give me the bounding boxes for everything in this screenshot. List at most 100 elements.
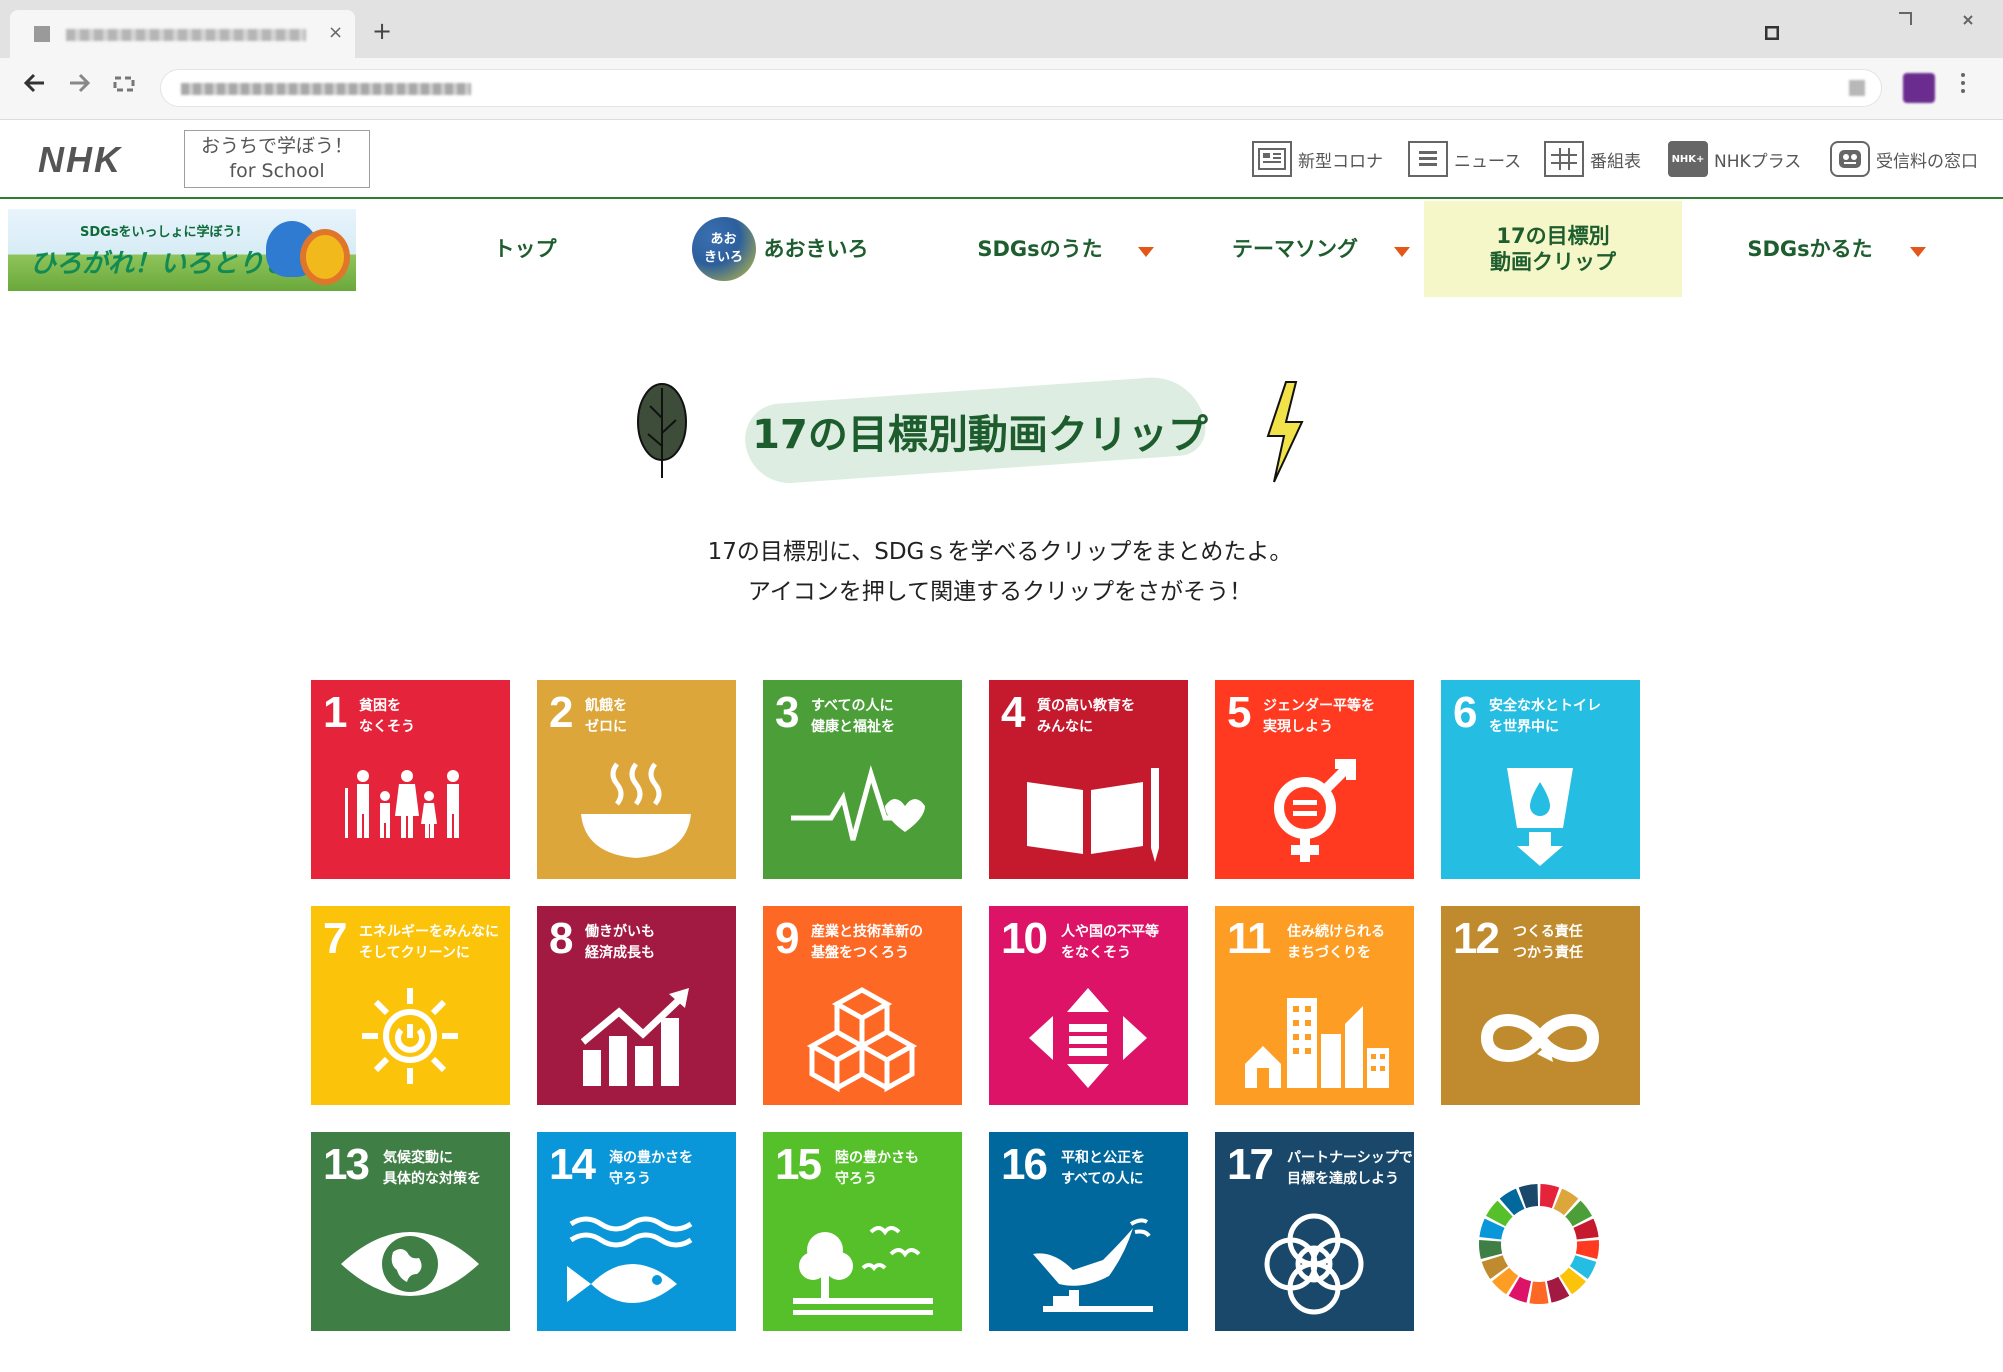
util-link-fee-window[interactable]: 受信料の窓口 xyxy=(1830,141,1978,177)
goal-number: 8 xyxy=(549,914,574,963)
tab-close-icon[interactable]: × xyxy=(328,22,343,43)
nav-label-goal-clips-line1: 17の目標別 xyxy=(1496,224,1610,248)
leaf-icon xyxy=(637,383,687,478)
goal-number: 2 xyxy=(549,688,574,737)
intro-line1: 17の目標別に、SDGｓを学べるクリップをまとめたよ。 xyxy=(707,539,1293,565)
util-label-corona: 新型コロナ xyxy=(1298,151,1383,172)
goal-title: 海の豊かさを 守ろう xyxy=(609,1150,693,1187)
goal-title: 安全な水とトイレ を世界中に xyxy=(1489,698,1601,735)
goal-tile-4[interactable]: 4 質の高い教育を みんなに xyxy=(989,680,1188,879)
banner-tagline: SDGsをいっしょに学ぼう! xyxy=(80,225,242,240)
goal-title: 人や国の不平等 をなくそう xyxy=(1061,924,1159,961)
goal-number: 14 xyxy=(549,1140,596,1189)
school-line1: おうちで学ぼう！ xyxy=(200,135,353,157)
goal-tile-7[interactable]: 7 エネルギーをみんなに そしてクリーンに xyxy=(311,906,510,1105)
goal-tile-2[interactable]: 2 飢餓を ゼロに xyxy=(537,680,736,879)
nav-label-sdgs-song: SDGsのうた xyxy=(977,237,1103,261)
wheel-segment xyxy=(1529,1281,1549,1304)
for-school-link[interactable]: おうちで学ぼう！ for School xyxy=(184,130,370,188)
util-link-corona[interactable]: 新型コロナ xyxy=(1252,141,1383,177)
window-close-icon[interactable] xyxy=(1962,14,1974,30)
goal-number: 13 xyxy=(323,1140,370,1189)
goal-number: 16 xyxy=(1001,1140,1048,1189)
util-link-news[interactable]: ニュース xyxy=(1408,141,1521,177)
nav-aoiro[interactable]: あお きいろ あおきいろ xyxy=(660,201,900,297)
nav-goal-clips[interactable]: 17の目標別 動画クリップ xyxy=(1424,201,1682,297)
goal-tile-14[interactable]: 14 海の豊かさを 守ろう xyxy=(537,1132,736,1331)
aoiro-badge-icon: あお きいろ xyxy=(691,217,756,281)
intro-line2: アイコンを押して関連するクリップをさがそう！ xyxy=(747,579,1253,605)
goal-tile-13[interactable]: 13 気候変動に 具体的な対策を xyxy=(311,1132,510,1331)
sun-power-icon xyxy=(362,988,458,1084)
goal-tile-3[interactable]: 3 すべての人に 健康と福祉を xyxy=(763,680,962,879)
chevron-down-icon[interactable] xyxy=(1138,247,1154,257)
window-minimize-icon[interactable] xyxy=(1898,12,1912,30)
goal-tile-10[interactable]: 10 人や国の不平等 をなくそう xyxy=(989,906,1188,1105)
goal-tile-9[interactable]: 9 産業と技術革新の 基盤をつくろう xyxy=(763,906,962,1105)
util-link-program-guide[interactable]: 番組表 xyxy=(1544,141,1641,177)
extension-icon[interactable] xyxy=(1903,73,1935,103)
bookmark-star-icon[interactable] xyxy=(1849,80,1865,96)
goal-title: 飢餓を ゼロに xyxy=(585,698,627,735)
lightning-icon xyxy=(1266,381,1304,483)
tab-favicon-icon xyxy=(34,26,50,42)
chevron-down-icon[interactable] xyxy=(1910,247,1926,257)
goal-tile-15[interactable]: 15 陸の豊かさも 守ろう xyxy=(763,1132,962,1331)
reload-icon[interactable] xyxy=(112,72,136,102)
util-label-fee-window: 受信料の窓口 xyxy=(1876,151,1978,172)
goal-tile-11[interactable]: 11 住み続けられる まちづくりを xyxy=(1215,906,1414,1105)
goal-number: 17 xyxy=(1227,1140,1274,1189)
site-banner[interactable]: SDGsをいっしょに学ぼう! ひろがれ！いろとりどり xyxy=(8,209,356,291)
page-title: 17の目標別動画クリップ xyxy=(752,412,1208,458)
new-tab-button[interactable]: + xyxy=(372,19,392,43)
address-bar[interactable] xyxy=(160,69,1882,107)
url-redacted xyxy=(181,83,471,95)
nav-sdgs-karuta[interactable]: SDGsかるた xyxy=(1705,201,1915,297)
infinity-icon xyxy=(1480,1014,1600,1062)
gender-icon xyxy=(1274,759,1356,862)
wheel-segment xyxy=(1479,1239,1503,1259)
dove-icon xyxy=(1033,1218,1153,1312)
tab-title-redacted xyxy=(66,29,306,41)
goal-tile-12[interactable]: 12 つくる責任 つかう責任 xyxy=(1441,906,1640,1105)
goal-title: ジェンダー平等を 実現しよう xyxy=(1263,698,1375,735)
browser-tab[interactable]: × xyxy=(10,10,355,58)
goal-tile-6[interactable]: 6 安全な水とトイレ を世界中に xyxy=(1441,680,1640,879)
nav-top[interactable]: トップ xyxy=(420,201,630,297)
nav-theme-song[interactable]: テーマソング xyxy=(1190,201,1400,297)
heartbeat-icon xyxy=(791,765,925,841)
nav-label-goal-clips-line2: 動画クリップ xyxy=(1490,250,1616,274)
goal-title: すべての人に 健康と福祉を xyxy=(811,698,895,735)
character-yellow-icon xyxy=(300,229,350,285)
chevron-down-icon[interactable] xyxy=(1394,247,1410,257)
goal-number: 11 xyxy=(1227,914,1271,963)
window-restore-icon[interactable] xyxy=(1764,25,1780,44)
nhk-logo[interactable]: NHK xyxy=(38,139,122,181)
util-link-nhk-plus[interactable]: NHK+ NHKプラス xyxy=(1668,141,1801,177)
tree-birds-icon xyxy=(793,1226,933,1315)
forward-arrow-icon[interactable] xyxy=(66,70,92,103)
util-label-program-guide: 番組表 xyxy=(1590,151,1641,172)
back-arrow-icon[interactable] xyxy=(22,70,48,103)
goal-tile-8[interactable]: 8 働きがいも 経済成長も xyxy=(537,906,736,1105)
browser-menu-icon[interactable] xyxy=(1960,72,1966,100)
eye-globe-icon xyxy=(341,1232,479,1296)
fee-window-icon xyxy=(1830,141,1870,177)
family-icon xyxy=(345,770,459,838)
site-nav: SDGsをいっしょに学ぼう! ひろがれ！いろとりどり トップ あお きいろ あお… xyxy=(0,201,2003,297)
nhk-header: NHK おうちで学ぼう！ for School 新型コロナ ニュース 番組表 N… xyxy=(0,121,2003,199)
goal-tile-16[interactable]: 16 平和と公正を すべての人に xyxy=(989,1132,1188,1331)
nav-label-aoiro: あおきいろ xyxy=(763,237,869,261)
nav-sdgs-song[interactable]: SDGsのうた xyxy=(935,201,1145,297)
goal-number: 6 xyxy=(1453,688,1478,737)
goal-tile-5[interactable]: 5 ジェンダー平等を 実現しよう xyxy=(1215,680,1414,879)
goal-number: 3 xyxy=(775,688,800,737)
goal-number: 15 xyxy=(775,1140,822,1189)
sdgs-wheel-icon[interactable] xyxy=(1475,1180,1603,1308)
goal-tile-17[interactable]: 17 パートナーシップで 目標を達成しよう xyxy=(1215,1132,1414,1331)
goal-number: 10 xyxy=(1001,914,1048,963)
goal-number: 7 xyxy=(323,914,348,963)
goal-tile-1[interactable]: 1 貧困を なくそう xyxy=(311,680,510,879)
cubes-icon xyxy=(806,987,918,1093)
aoiro-badge-line2: きいろ xyxy=(703,250,743,265)
